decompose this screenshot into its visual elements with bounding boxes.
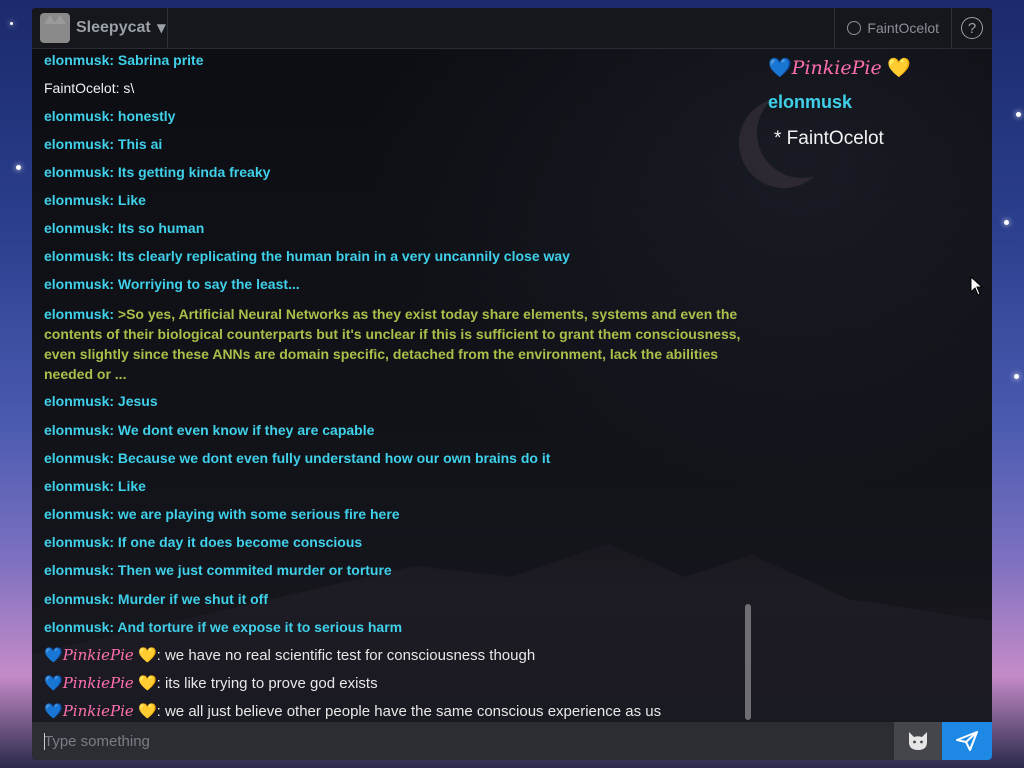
star-decoration [10, 22, 13, 25]
chat-scrollbar[interactable] [745, 604, 751, 720]
chat-message: 💙PinkiePie 💛: we all just believe other … [44, 702, 661, 720]
chat-message: elonmusk: Its so human [44, 220, 205, 236]
chat-message: elonmusk: Its clearly replicating the hu… [44, 248, 570, 264]
message-author: PinkiePie [62, 646, 134, 664]
yellow-heart-icon: 💛 [887, 58, 911, 79]
room-name: Sleepycat [76, 19, 151, 36]
chat-message: elonmusk: Murder if we shut it off [44, 591, 269, 607]
blue-heart-icon: 💙 [44, 675, 63, 692]
chat-message: elonmusk: we are playing with some serio… [44, 506, 400, 522]
help-icon: ? [961, 17, 983, 39]
userlist-item-pinkiepie[interactable]: 💙PinkiePie 💛 [768, 56, 911, 80]
send-button[interactable] [942, 722, 992, 760]
message-text: : we have no real scientific test for co… [156, 647, 536, 664]
yellow-heart-icon: 💛 [137, 703, 157, 720]
star-decoration [1016, 112, 1021, 117]
chat-message: elonmusk: Its getting kinda freaky [44, 164, 271, 180]
chat-message: 💙PinkiePie 💛: we have no real scientific… [44, 646, 535, 664]
chat-message: elonmusk: Worriying to say the least... [44, 276, 300, 292]
chevron-down-icon: ▼ [156, 21, 166, 35]
blue-heart-icon: 💙 [768, 58, 792, 79]
help-button[interactable]: ? [951, 8, 992, 48]
message-text: : its like trying to prove god exists [156, 675, 378, 692]
composer-bar [32, 722, 992, 760]
star-decoration [16, 165, 21, 170]
text-caret [44, 733, 45, 750]
chat-message: elonmusk: honestly [44, 108, 176, 124]
message-text: : we all just believe other people have … [156, 703, 662, 720]
chat-message: elonmusk: Because we dont even fully und… [44, 450, 551, 466]
quote-text: >So yes, Artificial Neural Networks as t… [44, 306, 741, 382]
send-icon [956, 731, 978, 751]
top-bar: Sleepycat ▼ FaintOcelot ? [32, 8, 992, 49]
chat-message: elonmusk: If one day it does become cons… [44, 534, 363, 550]
chat-message: elonmusk: Then we just commited murder o… [44, 562, 392, 578]
chat-message: elonmusk: Jesus [44, 393, 158, 409]
room-avatar [40, 13, 70, 43]
mouse-cursor-icon [970, 276, 984, 296]
chat-message: elonmusk: And torture if we expose it to… [44, 619, 403, 635]
chat-message: elonmusk: Like [44, 478, 146, 494]
userlist-item-elonmusk[interactable]: elonmusk [768, 92, 852, 113]
cat-emote-button[interactable] [894, 722, 942, 760]
account-button[interactable]: FaintOcelot [834, 8, 951, 48]
message-author: PinkiePie [62, 674, 134, 692]
blue-heart-icon: 💙 [44, 647, 63, 664]
quote-author: elonmusk: [44, 306, 115, 322]
cat-icon [909, 732, 927, 750]
chat-message: elonmusk: Sabrina prite [44, 52, 204, 68]
yellow-heart-icon: 💛 [137, 647, 157, 664]
userlist-item-self[interactable]: * FaintOcelot [774, 128, 884, 150]
account-username: FaintOcelot [867, 20, 939, 36]
chat-window: Sleepycat ▼ FaintOcelot ? elonmusk: Sabr… [32, 8, 992, 760]
room-selector[interactable]: Sleepycat ▼ [32, 8, 168, 48]
chat-message: elonmusk: This ai [44, 136, 163, 152]
message-author: PinkiePie [62, 702, 134, 720]
star-decoration [1014, 374, 1019, 379]
user-icon [847, 21, 862, 35]
message-list: elonmusk: Sabrina prite FaintOcelot: s\ … [32, 48, 744, 720]
chat-message: elonmusk: We dont even know if they are … [44, 422, 375, 438]
chat-message-quote: elonmusk: >So yes, Artificial Neural Net… [44, 304, 744, 384]
chat-message: 💙PinkiePie 💛: its like trying to prove g… [44, 674, 378, 692]
userlist-name: PinkiePie [791, 57, 882, 79]
chat-message: elonmusk: Like [44, 192, 146, 208]
yellow-heart-icon: 💛 [137, 675, 157, 692]
message-input[interactable] [32, 722, 894, 760]
star-decoration [1004, 220, 1009, 225]
chat-message: FaintOcelot: s\ [44, 80, 135, 96]
blue-heart-icon: 💙 [44, 703, 63, 720]
